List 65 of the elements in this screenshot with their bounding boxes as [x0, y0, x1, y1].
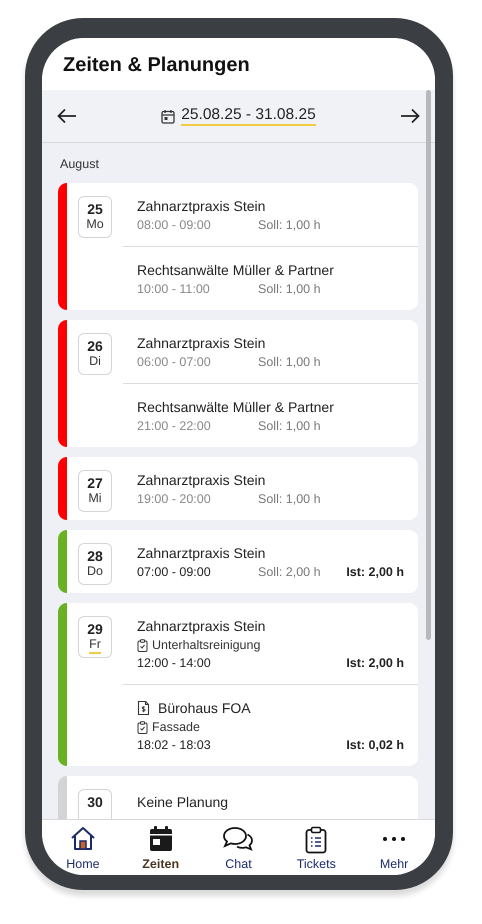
- month-label: August: [59, 156, 100, 173]
- task-name: Fassade: [152, 718, 200, 736]
- client-name: Zahnarztpraxis Stein: [137, 334, 266, 353]
- clipboard-check-icon: [137, 720, 148, 734]
- weekday: Mi: [88, 490, 102, 507]
- time-range: 12:00 - 14:00: [137, 654, 212, 672]
- weekday: Do: [87, 564, 103, 580]
- day-number: 25: [87, 200, 103, 217]
- time-range: 06:00 - 07:00: [137, 354, 212, 371]
- day-number: 30: [87, 794, 103, 810]
- time-range: 07:00 - 09:00: [137, 564, 212, 581]
- calendar-icon: [161, 108, 176, 124]
- calendar-icon: [148, 826, 173, 852]
- nav-tab[interactable]: Mehr: [359, 826, 430, 872]
- time-range: 08:00 - 09:00: [137, 216, 212, 234]
- day-card[interactable]: 27 Mi Zahnarztpraxis Stein 19:00 - 20:00 Soll: 1,00 h: [58, 456, 418, 520]
- no-plan-text: Keine Planung: [137, 794, 228, 810]
- client-name: Zahnarztpraxis Stein: [137, 470, 266, 490]
- time-range: 21:00 - 22:00: [137, 418, 212, 435]
- day-number: 26: [87, 338, 103, 354]
- planned-hours: Soll: 2,00 h: [258, 564, 321, 581]
- day-number: 29: [87, 620, 103, 637]
- client-name: Zahnarztpraxis Stein: [137, 196, 266, 216]
- clipboard-check-icon: [137, 638, 148, 652]
- day-card[interactable]: 29 Fr Zahnarztpraxis Stein Unterhaltsreinigung 12:00 - 14:00 Ist: 2,00 h Bürohaus FOA Fassade 18:02 - 18:03 Ist: 0,02 h: [58, 602, 418, 766]
- day-card[interactable]: 25 Mo Zahnarztpraxis Stein 08:00 - 09:00 Soll: 1,00 h Rechtsanwälte Müller & Partner 10:00 - 11:00 Soll: 1,00 h: [58, 182, 418, 310]
- task-name: Unterhaltsreinigung: [152, 636, 260, 654]
- actual-hours: Ist: 2,00 h: [346, 654, 404, 672]
- nav-tab[interactable]: Chat: [203, 826, 274, 872]
- time-range: 19:00 - 20:00: [137, 490, 212, 508]
- page-title: Zeiten & Planungen: [63, 53, 250, 78]
- day-number: 28: [87, 548, 103, 564]
- clipboard-list-icon: [305, 826, 328, 854]
- time-range: 10:00 - 11:00: [137, 280, 211, 298]
- day-number: 27: [87, 474, 103, 491]
- planned-hours: Soll: 1,00 h: [258, 280, 321, 298]
- arrow-left-icon: [57, 108, 77, 124]
- nav-tab[interactable]: Zeiten: [126, 826, 196, 872]
- client-name: Zahnarztpraxis Stein: [137, 544, 266, 563]
- client-name: Rechtsanwälte Müller & Partner: [137, 260, 334, 280]
- document-dollar-icon: [137, 700, 150, 716]
- day-card[interactable]: 26 Di Zahnarztpraxis Stein 06:00 - 07:00 Soll: 1,00 h Rechtsanwälte Müller & Partner 21:00 - 22:00 Soll: 1,00 h: [58, 320, 418, 447]
- home-icon: [68, 826, 97, 852]
- client-name: Zahnarztpraxis Stein: [137, 616, 266, 636]
- more-icon: [382, 836, 406, 842]
- planned-hours: Soll: 1,00 h: [258, 418, 321, 435]
- arrow-right-icon: [400, 108, 420, 124]
- day-card[interactable]: 28 Do Zahnarztpraxis Stein 07:00 - 09:00 Soll: 2,00 h Ist: 2,00 h: [58, 530, 418, 593]
- nav-tab[interactable]: Home: [48, 826, 118, 872]
- previous-week-button[interactable]: [55, 106, 79, 126]
- weekday: Fr: [89, 636, 101, 654]
- time-range: 18:02 - 18:03: [137, 736, 212, 754]
- week-range-link[interactable]: 25.08.25 - 31.08.25: [181, 106, 316, 126]
- planned-hours: Soll: 1,00 h: [258, 354, 321, 371]
- planned-hours: Soll: 1,00 h: [258, 216, 321, 234]
- client-name: Bürohaus FOA: [158, 698, 251, 718]
- chat-bubbles-icon: [222, 826, 254, 852]
- actual-hours: Ist: 0,02 h: [346, 736, 404, 754]
- actual-hours: Ist: 2,00 h: [346, 564, 404, 581]
- planned-hours: Soll: 1,00 h: [258, 490, 321, 508]
- day-card[interactable]: 30 Keine Planung: [58, 776, 418, 819]
- nav-tab[interactable]: Tickets: [281, 826, 352, 872]
- weekday: Mo: [86, 216, 104, 233]
- weekday: Di: [89, 354, 101, 370]
- client-name: Rechtsanwälte Müller & Partner: [137, 398, 334, 417]
